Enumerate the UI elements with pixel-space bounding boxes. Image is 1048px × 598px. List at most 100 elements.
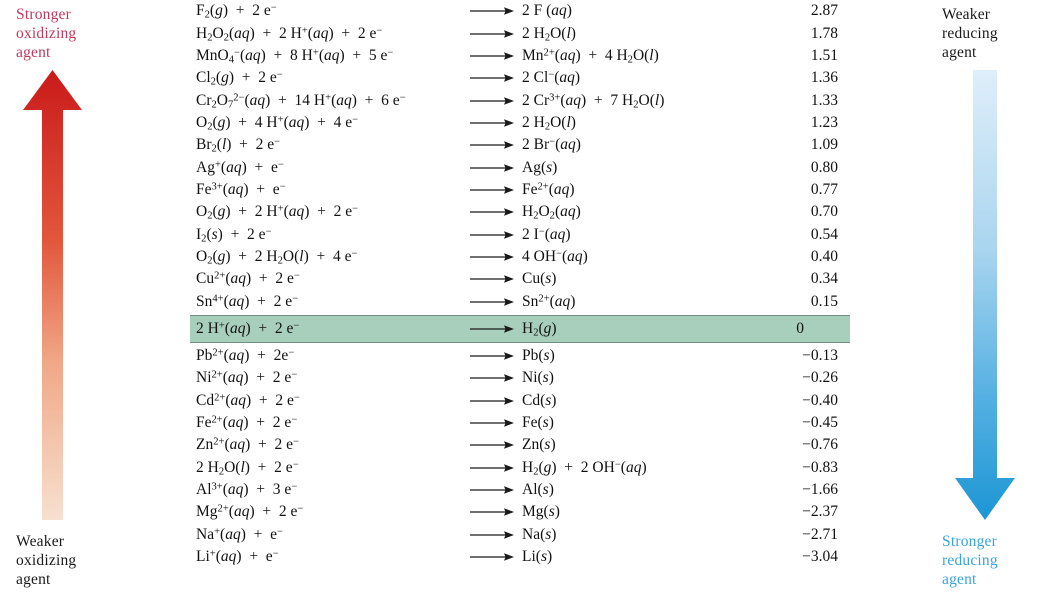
reaction-arrow-icon xyxy=(468,506,516,518)
reaction-arrow-icon xyxy=(468,529,516,541)
table-row: Al3+(aq) + 3 e− Al(s) −1.66 xyxy=(190,479,850,501)
reactant-cell: I2(s) + 2 e− xyxy=(196,225,272,244)
table-row: O2(g) + 2 H+(aq) + 2 e− H2O2(aq) 0.70 xyxy=(190,201,850,223)
product-cell: 2 F (aq) xyxy=(522,2,572,20)
standard-potential-cell: 1.33 xyxy=(810,91,838,109)
reaction-arrow-icon xyxy=(468,72,516,84)
table-row-reference-electrode: 2 H+(aq) + 2 e− H2(g) 0 xyxy=(190,314,850,343)
product-cell: Pb(s) xyxy=(522,346,555,364)
reducing-strength-axis: Weaker reducing agent Stronger reducing … xyxy=(930,0,1048,598)
table-row: Fe3+(aq) + e− Fe2+(aq) 0.77 xyxy=(190,179,850,201)
product-cell: Fe(s) xyxy=(522,414,554,432)
table-row: Sn4+(aq) + 2 e− Sn2+(aq) 0.15 xyxy=(190,290,850,312)
product-cell: Al(s) xyxy=(522,481,554,499)
product-cell: Cu(s) xyxy=(522,270,557,288)
table-row: MnO4−(aq) + 8 H+(aq) + 5 e− Mn2+(aq) + 4 … xyxy=(190,45,850,67)
reactant-cell: O2(g) + 2 H+(aq) + 2 e− xyxy=(196,203,359,222)
reactant-cell: F2(g) + 2 e− xyxy=(196,2,277,21)
table-row: O2(g) + 2 H2O(l) + 4 e− 4 OH−(aq) 0.40 xyxy=(190,246,850,268)
product-cell: H2(g) + 2 OH−(aq) xyxy=(522,458,647,478)
reactant-cell: Pb2+(aq) + 2e− xyxy=(196,346,295,364)
standard-potential-cell: 0.34 xyxy=(810,270,838,288)
up-arrow-icon xyxy=(23,70,82,520)
reactant-cell: Li+(aq) + e− xyxy=(196,548,279,566)
standard-potential-cell: −3.04 xyxy=(802,548,838,566)
product-cell: Na(s) xyxy=(522,525,557,543)
standard-potential-cell: 0 xyxy=(796,319,804,337)
reaction-arrow-icon xyxy=(468,484,516,496)
product-cell: H2(g) xyxy=(522,319,557,339)
reaction-arrow-icon xyxy=(468,139,516,151)
reactant-cell: Cu2+(aq) + 2 e− xyxy=(196,270,300,288)
reduction-potentials-table: F2(g) + 2 e− 2 F (aq) 2.87 H2O2(aq) + 2 H+(… xyxy=(190,0,850,598)
reaction-arrow-icon xyxy=(468,184,516,196)
reactant-cell: O2(g) + 4 H+(aq) + 4 e− xyxy=(196,113,359,133)
standard-potential-cell: −0.13 xyxy=(802,346,838,364)
product-cell: 2 Cl−(aq) xyxy=(522,69,581,87)
product-cell: 2 H2O(l) xyxy=(522,113,576,133)
table-row: Cu2+(aq) + 2 e− Cu(s) 0.34 xyxy=(190,268,850,290)
product-cell: Ag(s) xyxy=(522,158,558,176)
product-cell: Cd(s) xyxy=(522,391,557,409)
standard-potential-cell: 1.09 xyxy=(810,136,838,154)
table-row: Cr2O72−(aq) + 14 H+(aq) + 6 e− 2 Cr3+(aq)… xyxy=(190,89,850,111)
reactant-cell: Fe3+(aq) + e− xyxy=(196,180,286,198)
table-row: Cd2+(aq) + 2 e− Cd(s) −0.40 xyxy=(190,390,850,412)
label-line: agent xyxy=(942,571,977,588)
product-cell: 2 I−(aq) xyxy=(522,225,571,243)
reaction-arrow-icon xyxy=(468,95,516,107)
label-line: Stronger xyxy=(942,533,997,550)
reaction-arrow-icon xyxy=(468,162,516,174)
standard-potential-cell: 0.77 xyxy=(810,180,838,198)
product-cell: Fe2+(aq) xyxy=(522,180,575,198)
table-row: Fe2+(aq) + 2 e− Fe(s) −0.45 xyxy=(190,412,850,434)
label-line: agent xyxy=(16,571,51,588)
reactant-cell: Cd2+(aq) + 2 e− xyxy=(196,391,300,409)
standard-potential-cell: −0.83 xyxy=(802,458,838,476)
label-line: oxidizing xyxy=(16,552,77,569)
standard-potential-cell: 0.54 xyxy=(810,225,838,243)
product-cell: Mg(s) xyxy=(522,503,560,521)
reaction-arrow-icon xyxy=(468,251,516,263)
table-row: H2O2(aq) + 2 H+(aq) + 2 e− 2 H2O(l) 1.78 xyxy=(190,22,850,44)
down-arrow-icon xyxy=(955,70,1015,520)
reactant-cell: MnO4−(aq) + 8 H+(aq) + 5 e− xyxy=(196,46,394,66)
table-row: O2(g) + 4 H+(aq) + 4 e− 2 H2O(l) 1.23 xyxy=(190,112,850,134)
product-cell: 2 H2O(l) xyxy=(522,24,576,43)
reactant-cell: Sn4+(aq) + 2 e− xyxy=(196,292,299,310)
product-cell: Li(s) xyxy=(522,548,553,566)
standard-potential-cell: 1.51 xyxy=(810,46,838,64)
product-cell: 4 OH−(aq) xyxy=(522,247,588,265)
reduction-potential-figure: Stronger oxidizing agent Weaker oxidizin… xyxy=(0,0,1048,598)
reactant-cell: O2(g) + 2 H2O(l) + 4 e− xyxy=(196,247,358,267)
standard-potential-cell: −2.71 xyxy=(802,525,838,543)
reactant-cell: Ni2+(aq) + 2 e− xyxy=(196,369,298,387)
standard-potential-cell: −0.40 xyxy=(802,391,838,409)
standard-potential-cell: −0.76 xyxy=(802,436,838,454)
reaction-arrow-icon xyxy=(468,206,516,218)
table-row: F2(g) + 2 e− 2 F (aq) 2.87 xyxy=(190,0,850,22)
reaction-arrow-icon xyxy=(468,372,516,384)
oxidizing-strength-axis: Stronger oxidizing agent Weaker oxidizin… xyxy=(0,0,190,598)
standard-potential-cell: −0.26 xyxy=(802,369,838,387)
reaction-arrow-icon xyxy=(468,417,516,429)
table-row: Ag+(aq) + e− Ag(s) 0.80 xyxy=(190,156,850,178)
product-cell: Mn2+(aq) + 4 H2O(l) xyxy=(522,46,659,66)
reactant-cell: 2 H+(aq) + 2 e− xyxy=(196,319,300,337)
standard-potential-cell: 0.70 xyxy=(810,203,838,221)
standard-potential-cell: 0.80 xyxy=(810,158,838,176)
standard-potential-cell: 1.78 xyxy=(810,24,838,42)
table-row: Pb2+(aq) + 2e− Pb(s) −0.13 xyxy=(190,345,850,367)
reactant-cell: Na+(aq) + e− xyxy=(196,525,283,543)
reactant-cell: Ag+(aq) + e− xyxy=(196,158,284,176)
reaction-arrow-icon xyxy=(468,28,516,40)
table-row: I2(s) + 2 e− 2 I−(aq) 0.54 xyxy=(190,223,850,245)
reactant-cell: 2 H2O(l) + 2 e− xyxy=(196,458,299,478)
product-cell: Sn2+(aq) xyxy=(522,292,576,310)
standard-potential-cell: −1.66 xyxy=(802,481,838,499)
table-row: Na+(aq) + e− Na(s) −2.71 xyxy=(190,524,850,546)
table-row: Br2(l) + 2 e− 2 Br−(aq) 1.09 xyxy=(190,134,850,156)
reactant-cell: Al3+(aq) + 3 e− xyxy=(196,481,298,499)
table-row: Ni2+(aq) + 2 e− Ni(s) −0.26 xyxy=(190,367,850,389)
product-cell: 2 Br−(aq) xyxy=(522,136,581,154)
